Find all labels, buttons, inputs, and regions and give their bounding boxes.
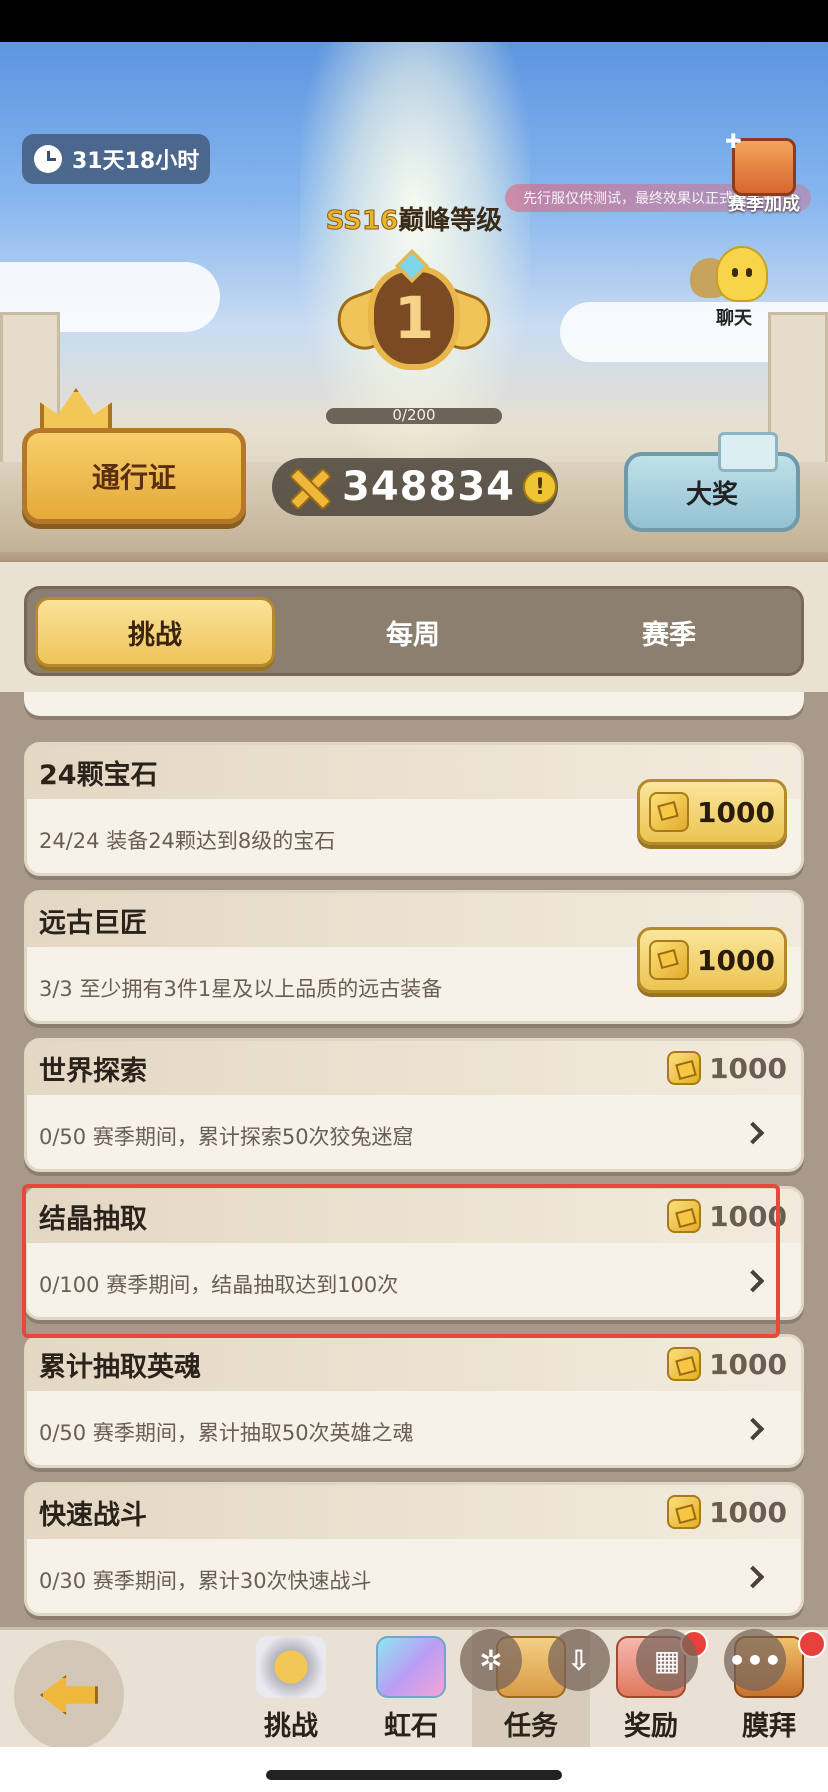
chat-blob-icon bbox=[686, 244, 782, 310]
task-reward: 1000 bbox=[667, 1347, 787, 1381]
back-arrow-icon bbox=[40, 1675, 98, 1715]
task-title: 世界探索 bbox=[39, 1055, 147, 1087]
task-card[interactable]: 快速战斗 1000 0/30 赛季期间，累计30次快速战斗 bbox=[24, 1482, 804, 1616]
info-icon[interactable]: ! bbox=[523, 470, 557, 504]
season-code: SS16 bbox=[325, 206, 399, 237]
task-card: 远古巨匠 3/3 至少拥有3件1星及以上品质的远古装备 1000 bbox=[24, 890, 804, 1024]
tab-challenge[interactable]: 挑战 bbox=[35, 597, 275, 667]
level-progress-text: 0/200 bbox=[392, 406, 436, 424]
reward-amount: 1000 bbox=[709, 1347, 787, 1381]
task-title: 快速战斗 bbox=[39, 1499, 147, 1531]
tabs-section: 挑战 每周 赛季 bbox=[0, 562, 828, 692]
nav-challenge[interactable]: 挑战 bbox=[232, 1630, 350, 1750]
task-list[interactable]: 24颗宝石 24/24 装备24颗达到8级的宝石 1000 远古巨匠 3/3 至… bbox=[0, 692, 828, 1627]
overlay-download-button[interactable]: ⇩ bbox=[548, 1629, 610, 1691]
hero-border bbox=[0, 552, 828, 562]
season-coin-icon bbox=[649, 792, 690, 832]
ice-cube-icon bbox=[718, 432, 778, 472]
level-number: 1 bbox=[393, 284, 435, 352]
task-description: 3/3 至少拥有3件1星及以上品质的远古装备 bbox=[39, 977, 443, 1001]
overlay-grid-button[interactable]: ▦ bbox=[636, 1629, 698, 1691]
claim-reward-button[interactable]: 1000 bbox=[637, 779, 787, 845]
task-description: 24/24 装备24颗达到8级的宝石 bbox=[39, 829, 336, 853]
chevron-right-icon[interactable] bbox=[741, 1269, 765, 1293]
task-reward: 1000 bbox=[667, 1051, 787, 1085]
task-description: 0/50 赛季期间，累计抽取50次英雄之魂 bbox=[39, 1421, 414, 1445]
task-title: 结晶抽取 bbox=[39, 1203, 147, 1235]
season-coin-icon bbox=[667, 1495, 702, 1529]
nav-rainbow-stone[interactable]: 虹石 bbox=[352, 1630, 470, 1750]
level-badge: 1 bbox=[329, 249, 499, 378]
task-title: 累计抽取英魂 bbox=[39, 1351, 201, 1383]
back-button[interactable] bbox=[14, 1640, 124, 1750]
season-coin-icon bbox=[667, 1347, 702, 1381]
tab-bar: 挑战 每周 赛季 bbox=[24, 586, 804, 676]
reward-amount: 1000 bbox=[709, 1199, 787, 1233]
score-display: 348834 ! bbox=[272, 458, 558, 516]
rainbow-stone-icon bbox=[376, 1636, 446, 1698]
season-bonus-button[interactable]: 赛季加成 bbox=[718, 129, 810, 216]
overlay-sparkle-button[interactable]: ✲ bbox=[460, 1629, 522, 1691]
chevron-right-icon[interactable] bbox=[741, 1565, 765, 1589]
nav-label: 挑战 bbox=[264, 1711, 318, 1742]
battle-pass-button[interactable]: 通行证 bbox=[22, 428, 246, 524]
chevron-right-icon[interactable] bbox=[741, 1417, 765, 1441]
task-card[interactable]: 结晶抽取 1000 0/100 赛季期间，结晶抽取达到100次 bbox=[24, 1186, 804, 1320]
status-bar bbox=[0, 0, 828, 42]
notification-dot bbox=[798, 1630, 826, 1658]
task-card: 24颗宝石 24/24 装备24颗达到8级的宝石 1000 bbox=[24, 742, 804, 876]
peak-level-title: SS16巅峰等级 bbox=[294, 200, 534, 237]
tab-season[interactable]: 赛季 bbox=[549, 597, 789, 667]
reward-amount: 1000 bbox=[709, 1051, 787, 1085]
season-coin-icon bbox=[667, 1051, 702, 1085]
score-value: 348834 bbox=[342, 464, 515, 510]
tab-weekly[interactable]: 每周 bbox=[293, 597, 533, 667]
task-title: 24颗宝石 bbox=[39, 759, 158, 791]
claim-reward-button[interactable]: 1000 bbox=[637, 927, 787, 993]
swords-shield-icon bbox=[256, 1636, 326, 1698]
clock-icon bbox=[34, 145, 62, 173]
chat-button[interactable]: 聊天 bbox=[686, 244, 782, 330]
nav-label: 奖励 bbox=[624, 1711, 678, 1742]
bottom-nav: 挑战 虹石 任务 奖励 膜拜 bbox=[0, 1627, 828, 1750]
crossed-swords-icon bbox=[286, 465, 330, 509]
nav-label: 膜拜 bbox=[742, 1711, 796, 1742]
peak-level-label: 巅峰等级 bbox=[398, 206, 503, 236]
task-description: 0/30 赛季期间，累计30次快速战斗 bbox=[39, 1569, 372, 1593]
task-reward: 1000 bbox=[667, 1199, 787, 1233]
level-medal: 1 bbox=[368, 266, 460, 370]
task-description: 0/50 赛季期间，累计探索50次狡兔迷窟 bbox=[39, 1125, 414, 1149]
season-coin-icon bbox=[649, 940, 690, 980]
task-title: 远古巨匠 bbox=[39, 907, 147, 939]
season-coin-icon bbox=[667, 1199, 702, 1233]
task-description: 0/100 赛季期间，结晶抽取达到100次 bbox=[39, 1273, 399, 1297]
task-card[interactable]: 世界探索 1000 0/50 赛季期间，累计探索50次狡兔迷窟 bbox=[24, 1038, 804, 1172]
nav-label: 虹石 bbox=[384, 1711, 438, 1742]
task-card-partial bbox=[24, 692, 804, 716]
season-bonus-icon bbox=[725, 129, 796, 196]
task-card[interactable]: 累计抽取英魂 1000 0/50 赛季期间，累计抽取50次英雄之魂 bbox=[24, 1334, 804, 1468]
reward-amount: 1000 bbox=[697, 795, 775, 829]
reward-amount: 1000 bbox=[709, 1495, 787, 1529]
season-timer-badge: 31天18小时 bbox=[22, 134, 210, 184]
home-indicator[interactable] bbox=[266, 1770, 562, 1780]
reward-amount: 1000 bbox=[697, 943, 775, 977]
nav-label: 任务 bbox=[504, 1711, 558, 1742]
season-timer-text: 31天18小时 bbox=[72, 149, 200, 174]
overlay-more-button[interactable]: ••• bbox=[724, 1629, 786, 1691]
chevron-right-icon[interactable] bbox=[741, 1121, 765, 1145]
task-reward: 1000 bbox=[667, 1495, 787, 1529]
